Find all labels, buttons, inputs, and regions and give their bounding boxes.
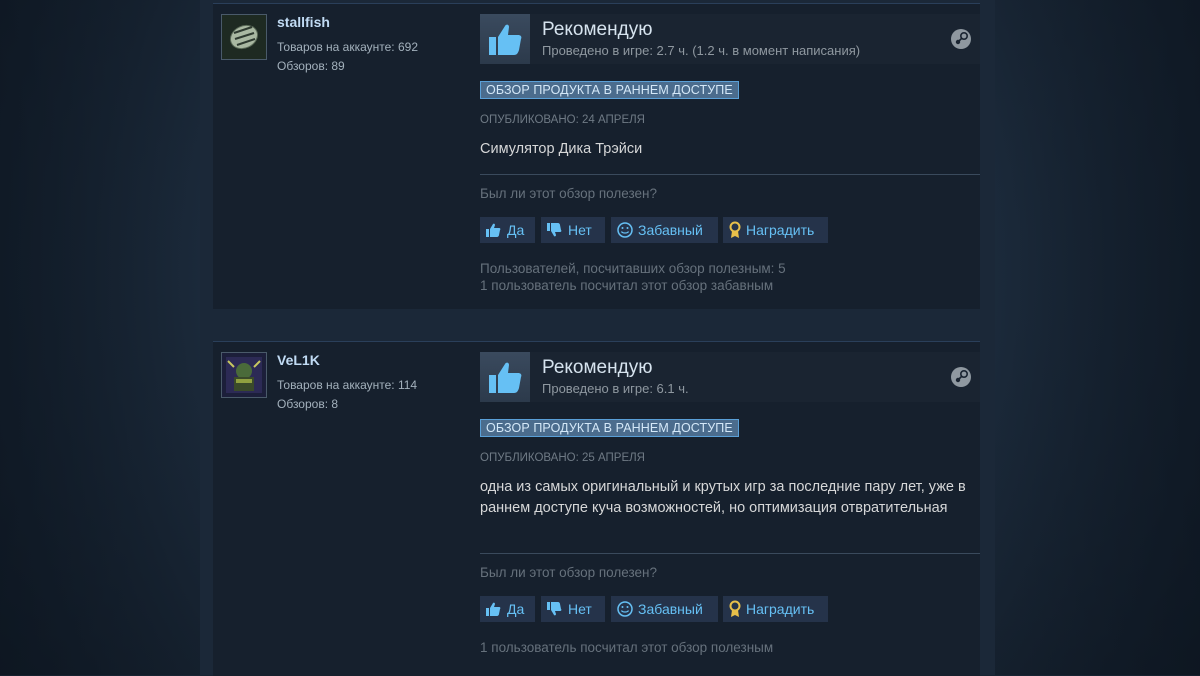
vote-funny-button[interactable]: Забавный	[611, 596, 718, 622]
vote-no-label: Нет	[568, 222, 592, 238]
thumbs-up-icon	[480, 352, 530, 402]
username[interactable]: VeL1K	[277, 352, 320, 368]
avatar[interactable]	[221, 14, 267, 60]
helpful-count: 1 пользователь посчитал этот обзор полез…	[480, 640, 774, 655]
thumbs-up-icon	[486, 223, 501, 237]
review-card: stallfish Товаров на аккаунте: 692 Обзор…	[213, 3, 980, 309]
helpful-question: Был ли этот обзор полезен?	[480, 565, 657, 580]
vote-funny-label: Забавный	[638, 222, 703, 238]
award-label: Наградить	[746, 601, 815, 617]
funny-count: 1 пользователь посчитал этот обзор забав…	[480, 278, 774, 293]
thumbs-down-icon	[547, 223, 562, 237]
award-icon	[729, 221, 741, 238]
early-access-badge: ОБЗОР ПРОДУКТА В РАННЕМ ДОСТУПЕ	[480, 81, 739, 99]
award-label: Наградить	[746, 222, 815, 238]
smiley-icon	[617, 601, 633, 617]
vote-yes-label: Да	[507, 222, 525, 238]
award-icon	[729, 600, 741, 617]
thumbs-up-icon	[480, 14, 530, 64]
helpful-count: Пользователей, посчитавших обзор полезны…	[480, 261, 786, 276]
playtime: Проведено в игре: 2.7 ч. (1.2 ч. в момен…	[542, 43, 861, 58]
vote-no-label: Нет	[568, 601, 592, 617]
reviews-count: Обзоров: 89	[277, 59, 345, 73]
reviews-count: Обзоров: 8	[277, 397, 339, 411]
smiley-icon	[617, 222, 633, 238]
award-button[interactable]: Наградить	[723, 217, 828, 243]
products-count: Товаров на аккаунте: 114	[277, 378, 418, 392]
vote-header[interactable]: Рекомендую Проведено в игре: 2.7 ч. (1.2…	[480, 14, 980, 64]
thumbs-down-icon	[547, 602, 562, 616]
posted-date: ОПУБЛИКОВАНО: 24 АПРЕЛЯ	[480, 114, 645, 126]
vote-yes-label: Да	[507, 601, 525, 617]
review-card: VeL1K Товаров на аккаунте: 114 Обзоров: …	[213, 341, 980, 676]
vote-no-button[interactable]: Нет	[541, 217, 605, 243]
divider	[480, 553, 980, 554]
recommendation-title: Рекомендую	[542, 19, 653, 40]
award-button[interactable]: Наградить	[723, 596, 828, 622]
vote-funny-label: Забавный	[638, 601, 703, 617]
vote-yes-button[interactable]: Да	[480, 596, 535, 622]
products-count: Товаров на аккаунте: 692	[277, 40, 418, 54]
thumbs-up-icon	[486, 602, 501, 616]
steam-icon	[950, 28, 972, 50]
recommendation-title: Рекомендую	[542, 357, 653, 378]
playtime: Проведено в игре: 6.1 ч.	[542, 381, 689, 396]
vote-header[interactable]: Рекомендую Проведено в игре: 6.1 ч.	[480, 352, 980, 402]
divider	[480, 174, 980, 175]
review-text: одна из самых оригинальный и крутых игр …	[480, 479, 966, 516]
early-access-badge: ОБЗОР ПРОДУКТА В РАННЕМ ДОСТУПЕ	[480, 419, 739, 437]
username[interactable]: stallfish	[277, 14, 330, 30]
vote-funny-button[interactable]: Забавный	[611, 217, 718, 243]
vote-yes-button[interactable]: Да	[480, 217, 535, 243]
vote-no-button[interactable]: Нет	[541, 596, 605, 622]
review-text: Симулятор Дика Трэйси	[480, 141, 643, 157]
avatar[interactable]	[221, 352, 267, 398]
helpful-question: Был ли этот обзор полезен?	[480, 186, 657, 201]
steam-icon	[950, 366, 972, 388]
posted-date: ОПУБЛИКОВАНО: 25 АПРЕЛЯ	[480, 452, 645, 464]
